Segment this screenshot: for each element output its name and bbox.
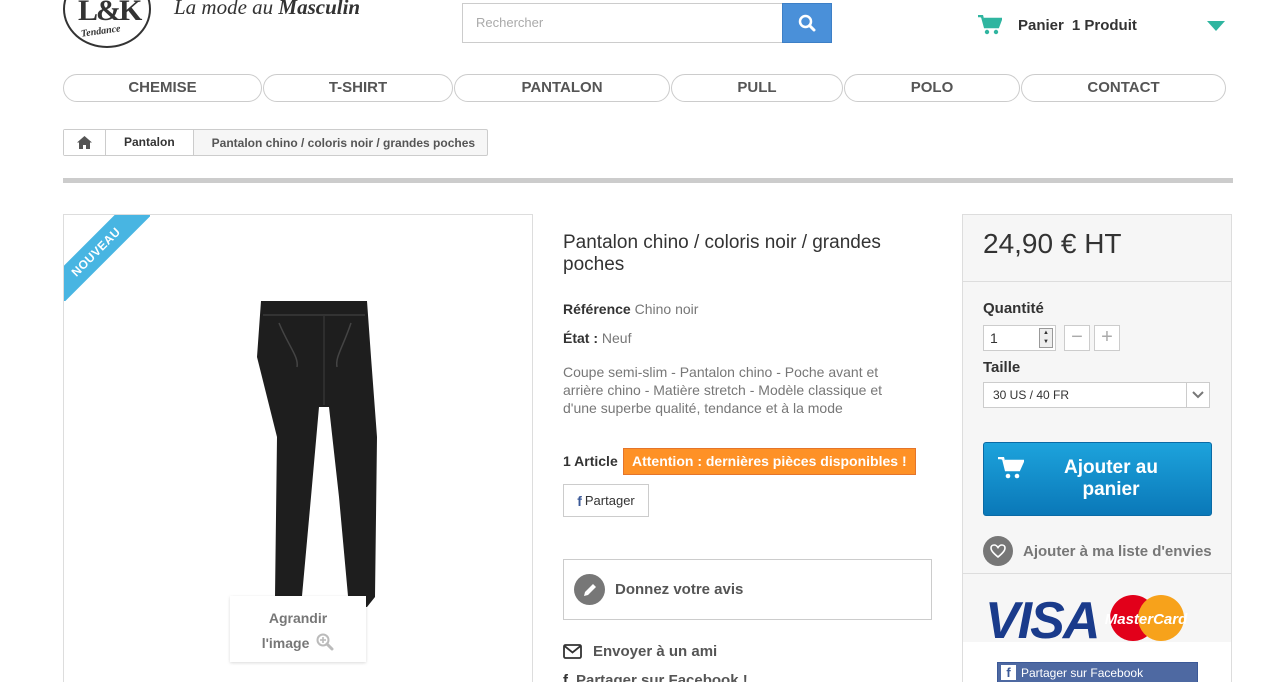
visa-logo: VISA xyxy=(985,592,1098,647)
condition-value: Neuf xyxy=(601,330,632,346)
heart-icon xyxy=(983,536,1013,566)
zoom-label-line1: Agrandir xyxy=(268,610,328,626)
zoom-in-icon xyxy=(316,633,334,651)
new-badge: NOUVEAU xyxy=(64,215,150,301)
product-price: 24,90 € HT xyxy=(983,228,1122,259)
buy-box: 24,90 € HT Quantité 1 ▲ ▼ − + Taille 30 U… xyxy=(962,214,1232,682)
main-nav: CHEMISE T-SHIRT PANTALON PULL POLO CONTA… xyxy=(63,74,1226,102)
wishlist-label: Ajouter à ma liste d'envies xyxy=(1023,542,1212,560)
cart-count: 1 Produit xyxy=(1071,16,1137,34)
send-to-friend-label: Envoyer à un ami xyxy=(593,643,718,660)
low-stock-warning: Attention : dernières pièces disponibles… xyxy=(623,448,916,475)
stock-quantity: 1 Article xyxy=(563,453,618,469)
new-badge-label: NOUVEAU xyxy=(64,215,150,301)
facebook-icon: f xyxy=(577,492,582,509)
send-to-friend-link[interactable]: Envoyer à un ami xyxy=(563,643,717,660)
home-icon xyxy=(77,136,92,149)
size-label: Taille xyxy=(983,359,1021,376)
size-value: 30 US / 40 FR xyxy=(993,388,1070,402)
cart-summary[interactable]: Panier 1 Produit xyxy=(978,12,1137,38)
shopping-cart-icon xyxy=(978,15,1002,35)
nav-item-tshirt[interactable]: T-SHIRT xyxy=(263,74,453,102)
product-title: Pantalon chino / coloris noir / grandes … xyxy=(563,232,881,275)
facebook-share-link[interactable]: f Partager sur Facebook ! xyxy=(563,672,748,682)
facebook-share-widget[interactable]: f Partager sur Facebook xyxy=(997,662,1198,682)
zoom-label-text: l'image xyxy=(261,635,310,651)
chevron-down-icon xyxy=(1186,383,1209,407)
search-input[interactable]: Rechercher xyxy=(462,3,782,43)
shopping-cart-icon xyxy=(998,457,1024,479)
payment-cards-logo: VISA MasterCard xyxy=(985,592,1188,647)
price-area: 24,90 € HT xyxy=(963,215,1231,282)
cart-dropdown-icon[interactable] xyxy=(1207,21,1225,31)
quantity-spinner[interactable]: ▲ ▼ xyxy=(1039,328,1053,348)
search-button[interactable] xyxy=(782,3,832,43)
facebook-icon: f xyxy=(1001,665,1016,680)
breadcrumb-category[interactable]: Pantalon xyxy=(106,130,194,155)
add-to-cart-label: Ajouter au panier xyxy=(1064,457,1158,500)
breadcrumb: Pantalon Pantalon chino / coloris noir /… xyxy=(63,129,489,156)
nav-item-contact[interactable]: CONTACT xyxy=(1021,74,1226,102)
facebook-share-label: Partager sur Facebook ! xyxy=(576,672,748,682)
cart-label: Panier xyxy=(1018,16,1064,34)
facebook-icon: f xyxy=(563,672,568,682)
nav-item-polo[interactable]: POLO xyxy=(844,74,1020,102)
payment-divider xyxy=(963,573,1231,574)
mastercard-logo: MasterCard xyxy=(1105,611,1188,628)
review-label: Donnez votre avis xyxy=(615,581,744,598)
add-to-cart-button[interactable]: Ajouter au panier xyxy=(983,442,1212,516)
condition-label: État : xyxy=(563,330,598,346)
add-to-wishlist-link[interactable]: Ajouter à ma liste d'envies xyxy=(983,536,1212,566)
tagline-bold: Masculin xyxy=(278,0,361,19)
breadcrumb-current: Pantalon chino / coloris noir / grandes … xyxy=(211,135,476,150)
product-image[interactable] xyxy=(239,297,409,617)
size-select[interactable]: 30 US / 40 FR xyxy=(983,382,1210,408)
write-review-button[interactable]: Donnez votre avis xyxy=(563,559,932,620)
nav-item-chemise[interactable]: CHEMISE xyxy=(63,74,262,102)
share-label: Partager xyxy=(584,493,635,508)
quantity-value: 1 xyxy=(990,330,998,346)
pencil-icon xyxy=(574,574,605,605)
reference-value: Chino noir xyxy=(634,301,699,317)
quantity-input[interactable]: 1 ▲ ▼ xyxy=(983,325,1056,351)
product-image-box[interactable]: NOUVEAU Agrandir l'image xyxy=(63,214,533,682)
quantity-increase-button[interactable]: + xyxy=(1094,325,1120,351)
nav-item-pantalon[interactable]: PANTALON xyxy=(454,74,670,102)
product-reference: Référence Chino noir xyxy=(563,301,698,317)
quantity-label: Quantité xyxy=(983,300,1044,317)
tagline-prefix: La mode au xyxy=(174,0,279,19)
reference-label: Référence xyxy=(563,301,631,317)
envelope-icon xyxy=(563,644,582,659)
zoom-label-line2: l'image xyxy=(230,631,366,656)
zoom-button[interactable]: Agrandir l'image xyxy=(230,596,366,662)
share-button[interactable]: f Partager xyxy=(563,484,649,517)
search-icon xyxy=(798,14,816,32)
product-description: Coupe semi-slim - Pantalon chino - Poche… xyxy=(563,364,883,416)
section-divider xyxy=(63,178,1233,183)
nav-item-pull[interactable]: PULL xyxy=(671,74,843,102)
site-tagline: La mode au Masculin xyxy=(174,0,360,20)
quantity-decrease-button[interactable]: − xyxy=(1064,325,1090,351)
facebook-widget-label: Partager sur Facebook xyxy=(1021,666,1144,680)
breadcrumb-home[interactable] xyxy=(64,130,106,155)
product-condition: État : Neuf xyxy=(563,330,631,346)
